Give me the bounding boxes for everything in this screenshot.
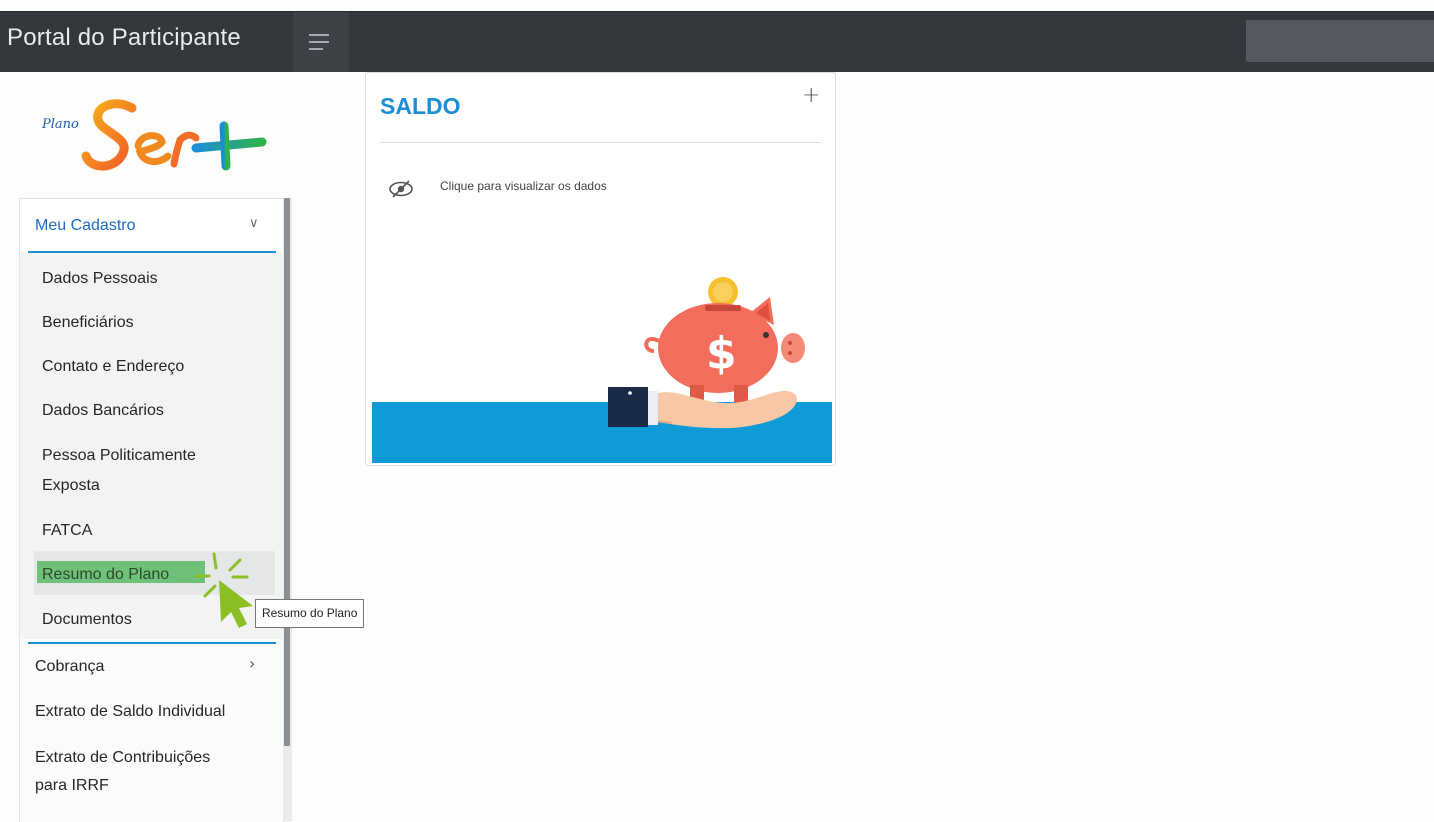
- app-title[interactable]: Portal do Participante: [7, 24, 241, 52]
- sidebar-item-dados-pessoais[interactable]: Dados Pessoais: [42, 266, 158, 291]
- menu-toggle-button[interactable]: [293, 12, 349, 72]
- section-top-divider: [28, 251, 276, 253]
- sidebar-section-meu-cadastro[interactable]: Meu Cadastro ∨: [20, 199, 283, 252]
- sidebar-item-contato-endereco[interactable]: Contato e Endereço: [42, 354, 184, 379]
- dollar-sign: $: [706, 328, 737, 379]
- sidebar-item-resumo-do-plano[interactable]: Resumo do Plano: [42, 562, 169, 587]
- hamburger-icon-line: [309, 41, 329, 43]
- sidebar-item-extrato-saldo[interactable]: Extrato de Saldo Individual: [35, 699, 225, 724]
- sidebar-item-ppe-line2[interactable]: Exposta: [42, 473, 100, 498]
- user-area[interactable]: [1246, 20, 1434, 62]
- piggy-bank-illustration: $: [372, 277, 832, 463]
- chevron-down-icon: ∨: [249, 216, 259, 231]
- plano-ser-logo: Plano: [41, 99, 267, 171]
- saldo-card: SALDO + Clique para visualizar os dados …: [365, 72, 836, 466]
- sidebar-item-cobranca[interactable]: Cobrança: [35, 654, 104, 679]
- section-label: Meu Cadastro: [35, 217, 136, 234]
- sidebar-scrollbar-thumb[interactable]: [284, 198, 290, 746]
- chevron-right-icon: ›: [249, 654, 256, 673]
- top-navbar: Portal do Participante: [0, 11, 1434, 72]
- reveal-data-link[interactable]: Clique para visualizar os dados: [440, 179, 607, 193]
- sidebar-item-beneficiarios[interactable]: Beneficiários: [42, 310, 134, 335]
- section-bottom-divider: [28, 642, 276, 644]
- eye-slash-icon[interactable]: [388, 179, 414, 199]
- sidebar-item-extrato-contrib-line2[interactable]: para IRRF: [35, 773, 109, 798]
- sidebar-item-extrato-contrib-line1[interactable]: Extrato de Contribuições: [35, 745, 210, 770]
- sidebar-nav: Meu Cadastro ∨ Dados Pessoais Beneficiár…: [19, 198, 284, 822]
- card-title: SALDO: [380, 93, 461, 119]
- hamburger-icon: [309, 34, 329, 36]
- expand-plus-icon[interactable]: +: [802, 83, 820, 108]
- hamburger-icon-line: [309, 48, 323, 50]
- sidebar-item-fatca[interactable]: FATCA: [42, 518, 92, 543]
- tooltip: Resumo do Plano: [255, 599, 365, 628]
- sidebar-item-ppe-line1[interactable]: Pessoa Politicamente: [42, 443, 196, 468]
- logo-prefix: Plano: [41, 117, 79, 132]
- card-divider: [380, 142, 821, 143]
- sidebar-item-documentos[interactable]: Documentos: [42, 607, 132, 632]
- sidebar-item-dados-bancarios[interactable]: Dados Bancários: [42, 398, 164, 423]
